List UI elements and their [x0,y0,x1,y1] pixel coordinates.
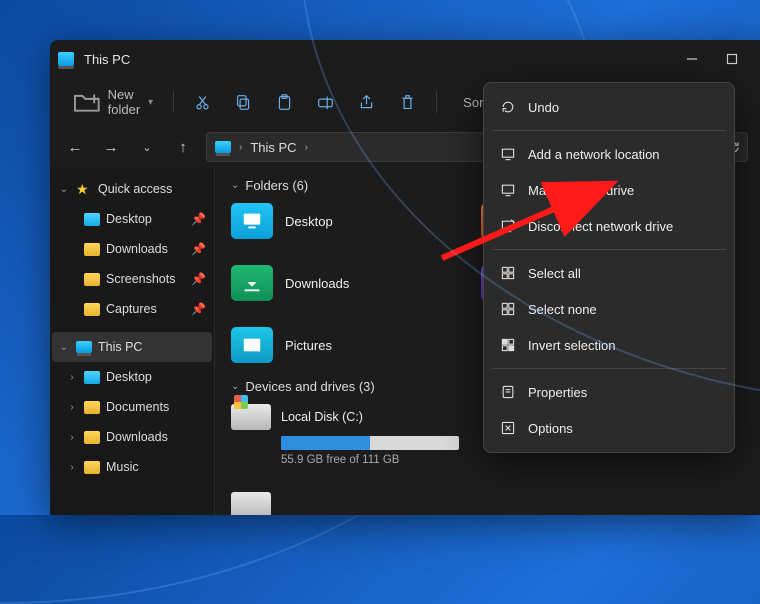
drive-c[interactable]: Local Disk (C:) 55.9 GB free of 111 GB [231,404,461,466]
this-pc-icon [58,52,74,66]
pin-icon: 📌 [191,212,206,226]
minimize-button[interactable] [672,43,712,75]
address-bar[interactable]: › This PC › ⌄ [206,132,708,162]
chevron-down-icon[interactable]: ⌄ [691,142,699,153]
menu-disconnect-network-drive[interactable]: Disconnect network drive [484,208,734,244]
share-button[interactable] [348,88,385,117]
pin-icon: 📌 [191,302,206,316]
folder-downloads[interactable]: Downloads [231,265,421,301]
chevron-down-icon: ▾ [148,97,153,108]
sidebar-item-captures[interactable]: ›Captures📌 [52,294,212,324]
menu-options[interactable]: Options [484,410,734,446]
sidebar-item-quick-access[interactable]: ⌄★Quick access [52,174,212,204]
delete-button[interactable] [389,88,426,117]
nav-row: ← → ⌄ ↑ › This PC › ⌄ [50,126,760,168]
sidebar-item-documents[interactable]: ›Documents [52,392,212,422]
copy-button[interactable] [225,88,262,117]
drive-icon [231,492,271,515]
cut-button[interactable] [184,88,221,117]
more-button[interactable]: ••• [585,89,625,116]
up-button[interactable]: ↑ [170,139,196,156]
chevron-right-icon: › [239,142,242,153]
sidebar-item-music[interactable]: ›Music [52,452,212,482]
new-folder-button[interactable]: New folder ▾ [62,81,163,123]
chevron-right-icon: › [305,142,308,153]
sidebar-item-downloads[interactable]: ›Downloads [52,422,212,452]
menu-add-network-location[interactable]: Add a network location [484,136,734,172]
sidebar-item-downloads[interactable]: ›Downloads📌 [52,234,212,264]
menu-undo[interactable]: Undo [484,89,734,125]
group-folders[interactable]: ⌄Folders (6) [231,178,744,193]
folder-hidden[interactable] [481,203,671,239]
menu-select-none[interactable]: Select none [484,291,734,327]
breadcrumb[interactable]: This PC [250,140,296,155]
window-title: This PC [84,52,672,67]
sidebar-item-desktop[interactable]: ›Desktop [52,362,212,392]
menu-map-network-drive[interactable]: Map network drive [484,172,734,208]
toolbar: New folder ▾ Sort▾ View▾ ••• [50,78,760,126]
music-icon [481,203,523,239]
rename-button[interactable] [307,88,344,117]
sidebar-item-this-pc[interactable]: ⌄This PC [52,332,212,362]
menu-invert-selection[interactable]: Invert selection [484,327,734,363]
download-icon [231,265,273,301]
maximize-button[interactable] [712,43,752,75]
pin-icon: 📌 [191,272,206,286]
pictures-icon [231,327,273,363]
sort-button[interactable]: Sort▾ [447,89,510,116]
pin-icon: 📌 [191,242,206,256]
paste-button[interactable] [266,88,303,117]
folder-desktop[interactable]: Desktop [231,203,421,239]
forward-button[interactable]: → [98,139,124,156]
sidebar: ⌄★Quick access ›Desktop📌 ›Downloads📌 ›Sc… [50,168,215,515]
this-pc-icon [215,141,231,153]
menu-select-all[interactable]: Select all [484,255,734,291]
chevron-down-icon[interactable]: ⌄ [134,141,160,154]
titlebar[interactable]: This PC [50,40,760,78]
folder-pictures[interactable]: Pictures [231,327,421,363]
refresh-button[interactable] [718,132,748,162]
menu-properties[interactable]: Properties [484,374,734,410]
back-button[interactable]: ← [62,139,88,156]
drive-icon [231,404,271,430]
view-button[interactable]: View▾ [514,89,581,116]
desktop-icon [231,203,273,239]
sidebar-item-screenshots[interactable]: ›Screenshots📌 [52,264,212,294]
context-menu: Undo Add a network location Map network … [483,82,735,453]
sidebar-item-desktop[interactable]: ›Desktop📌 [52,204,212,234]
drive-d[interactable]: 799 GB free of 800 GB [231,492,461,515]
